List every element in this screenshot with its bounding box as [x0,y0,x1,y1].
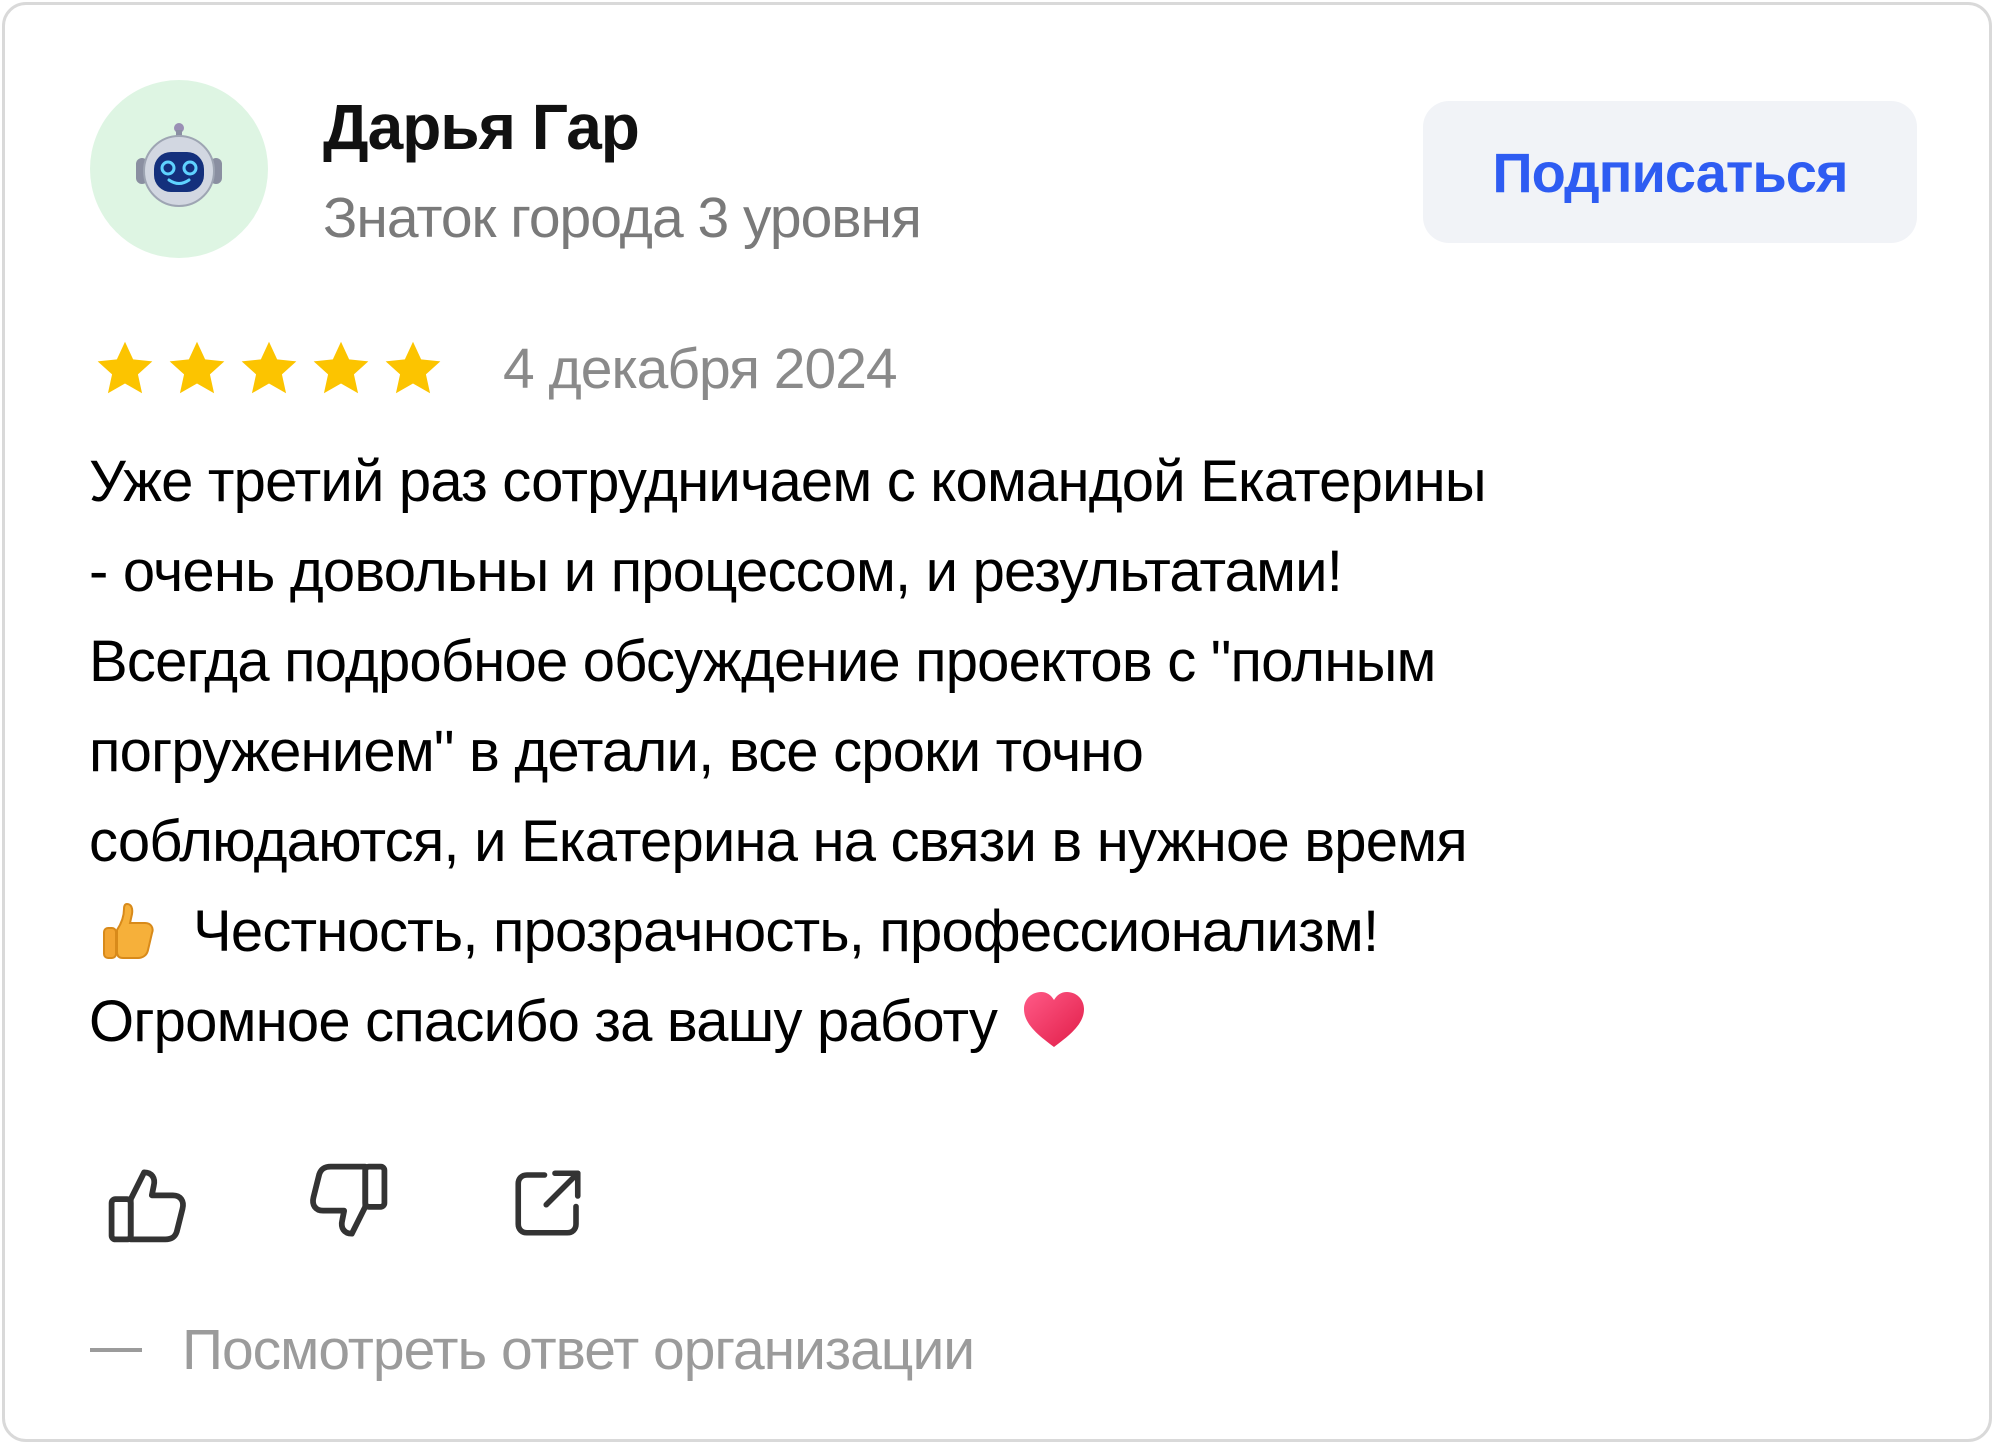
star-icon [313,341,369,394]
dash-icon [90,1348,142,1352]
like-button[interactable] [98,1153,198,1253]
star-icon [241,341,297,394]
star-icon [97,341,153,394]
review-text-line: погружением" в детали, все сроки точно [89,719,1144,784]
thumbs-up-emoji [103,902,154,959]
author-name[interactable]: Дарья Гар [323,90,640,164]
review-text: Уже третий раз сотрудничаем с командой Е… [89,437,1949,1067]
review-text-line: Честность, прозрачность, профессионализм… [193,899,1379,964]
review-card: Дарья Гар Знаток города 3 уровня Подписа… [2,2,1992,1442]
share-button[interactable] [498,1153,598,1253]
review-date: 4 декабря 2024 [503,337,898,401]
author-level: Знаток города 3 уровня [323,186,922,250]
star-icon [169,341,225,394]
rating-stars [93,337,445,401]
review-text-line: соблюдаются, и Екатерина на связи в нужн… [89,809,1468,874]
heart-emoji [1024,991,1085,1047]
org-reply-label: Посмотреть ответ организации [182,1318,975,1382]
org-reply-link[interactable]: Посмотреть ответ организации [90,1317,975,1383]
dislike-button[interactable] [298,1153,398,1253]
review-text-line-6: Честность, прозрачность, профессионализм… [89,887,1949,977]
review-text-line-7: Огромное спасибо за вашу работу [89,977,1949,1067]
thumbs-down-icon [310,1163,388,1237]
rating-row: 4 декабря 2024 [93,330,898,408]
review-actions [98,1153,698,1253]
robot-icon [136,123,222,207]
share-icon [515,1170,581,1236]
star-icon [385,341,441,394]
subscribe-button[interactable]: Подписаться [1423,101,1917,243]
review-text-line: Уже третий раз сотрудничаем с командой Е… [89,449,1487,514]
review-text-line: Всегда подробное обсуждение проектов с "… [89,629,1436,694]
review-text-line: - очень довольны и процессом, и результа… [89,539,1343,604]
thumbs-up-icon [108,1169,186,1243]
review-text-line: Огромное спасибо за вашу работу [89,989,998,1054]
avatar[interactable] [90,80,268,258]
